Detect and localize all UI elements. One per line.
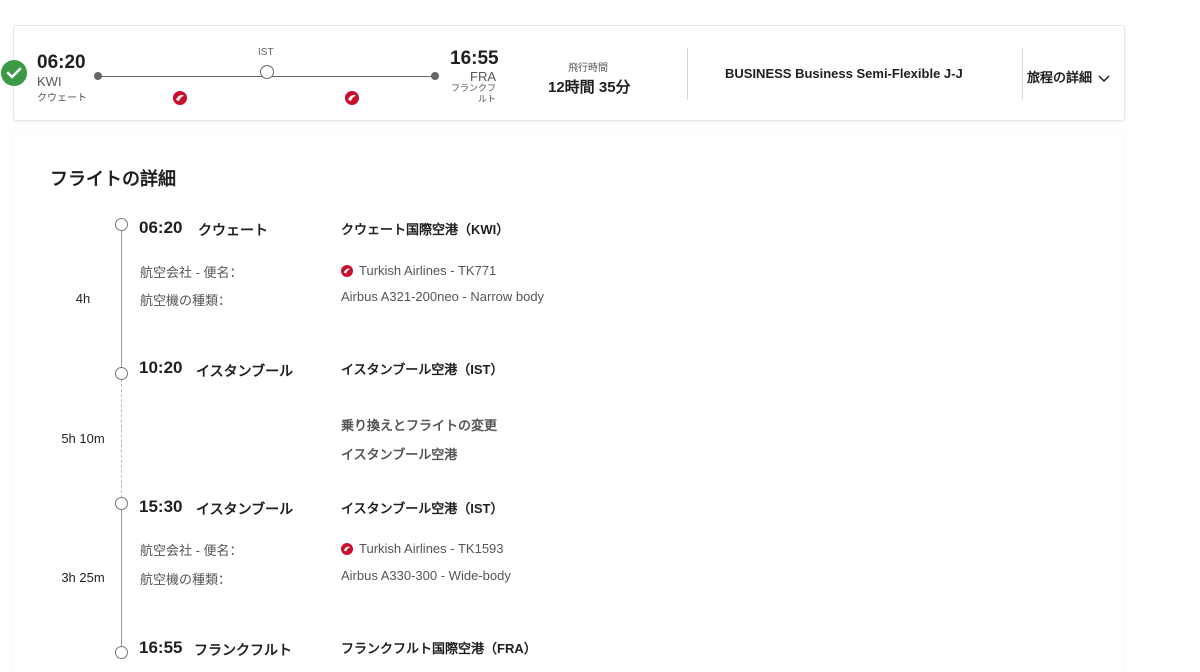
origin-dot <box>94 72 102 80</box>
segment-duration: 3h 25m <box>61 570 105 585</box>
event-time: 16:55 <box>139 638 183 657</box>
event-city: フランクフルト <box>194 642 292 658</box>
event-airport: イスタンブール空港（IST） <box>341 362 504 377</box>
divider <box>687 48 688 100</box>
departure-code: KWI <box>37 74 62 89</box>
duration-label: 飛行時間 <box>568 63 608 74</box>
timeline-node <box>115 497 128 510</box>
event-city: クウェート <box>198 222 268 238</box>
airline-value: Turkish Airlines - TK1593 <box>341 541 504 556</box>
itinerary-details-toggle[interactable]: 旅程の詳細 <box>1027 67 1110 86</box>
segment-duration: 4h <box>75 291 91 306</box>
flight-details-panel: フライトの詳細 4h 5h 10m 3h 25m 06:20 クウェート クウェ… <box>13 132 1123 672</box>
aircraft-value: Airbus A330-300 - Wide-body <box>341 568 511 583</box>
event-airport: イスタンブール空港（IST） <box>341 501 504 516</box>
aircraft-label: 航空機の種類： <box>140 572 232 587</box>
turkish-airlines-logo-icon <box>341 543 353 555</box>
stop-code: IST <box>258 47 274 58</box>
divider <box>1022 48 1023 100</box>
aircraft-label: 航空機の種類： <box>140 293 232 308</box>
airline-flight-number: Turkish Airlines - TK771 <box>359 263 497 278</box>
event-time: 10:20 <box>139 358 183 377</box>
arrival-time: 16:55 <box>450 48 499 69</box>
duration-value: 12時間 35分 <box>548 79 631 96</box>
timeline-layover-line <box>121 379 122 498</box>
event-time: 15:30 <box>139 497 183 516</box>
turkish-airlines-logo-icon <box>173 91 187 105</box>
airline-flight-number: Turkish Airlines - TK1593 <box>359 541 504 556</box>
event-city: イスタンブール <box>196 363 294 379</box>
layover-title: 乗り換えとフライトの変更 <box>341 418 498 433</box>
layover-duration: 5h 10m <box>61 431 105 446</box>
flight-summary-card: 06:20 KWI クウェート IST 16:55 FRA フランクフルト 飛行… <box>1 25 1125 121</box>
timeline-segment-line <box>121 230 122 368</box>
layover-location: イスタンブール空港 <box>341 447 458 462</box>
arrival-city: フランクフルト <box>450 83 496 104</box>
timeline-node <box>115 646 128 659</box>
timeline-node <box>115 367 128 380</box>
turkish-airlines-logo-icon <box>345 91 359 105</box>
timeline-node <box>115 218 128 231</box>
check-icon <box>1 60 27 86</box>
arrival-code: FRA <box>470 69 496 84</box>
turkish-airlines-logo-icon <box>341 265 353 277</box>
airline-label: 航空会社 - 便名： <box>140 543 243 558</box>
event-airport: クウェート国際空港（KWI） <box>341 222 510 237</box>
fare-class: BUSINESS Business Semi-Flexible J-J <box>725 66 963 81</box>
itinerary-details-label: 旅程の詳細 <box>1027 70 1093 85</box>
event-city: イスタンブール <box>196 501 294 517</box>
panel-title: フライトの詳細 <box>50 169 176 189</box>
departure-city: クウェート <box>37 93 87 104</box>
chevron-down-icon <box>1098 71 1110 86</box>
event-time: 06:20 <box>139 218 183 237</box>
stop-circle <box>260 65 274 79</box>
aircraft-value: Airbus A321-200neo - Narrow body <box>341 289 545 304</box>
timeline-segment-line <box>121 509 122 648</box>
airline-label: 航空会社 - 便名： <box>140 265 243 280</box>
airline-value: Turkish Airlines - TK771 <box>341 263 496 278</box>
event-airport: フランクフルト国際空港（FRA） <box>341 641 537 656</box>
departure-time: 06:20 <box>37 52 86 73</box>
